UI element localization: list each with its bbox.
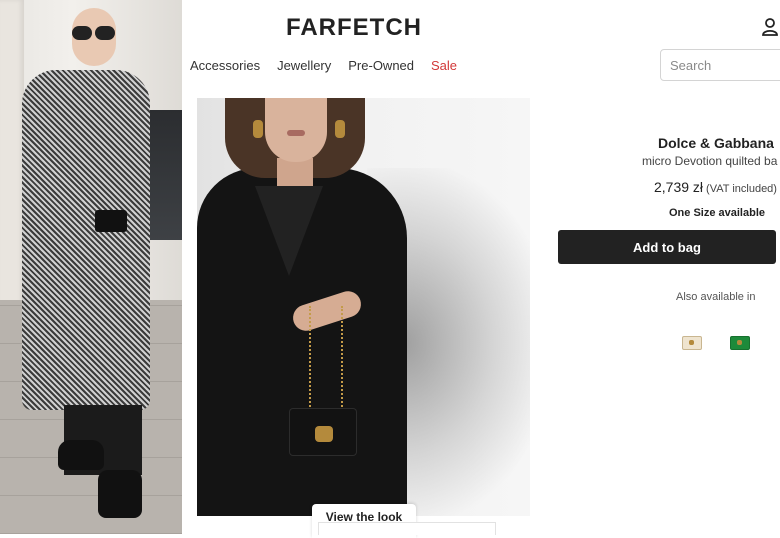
right-boot	[98, 470, 142, 518]
thumbnail-strip	[318, 522, 496, 535]
street-style-photo	[0, 0, 182, 534]
tweed-coat	[22, 70, 150, 410]
sunglasses	[72, 26, 118, 40]
heart-emblem	[315, 426, 333, 442]
model-lips	[287, 130, 305, 136]
search-box	[660, 49, 780, 81]
building-pillar	[0, 0, 24, 330]
earring-right	[335, 120, 345, 138]
product-name: micro Devotion quilted ba	[642, 154, 778, 168]
add-to-bag-button[interactable]: Add to bag	[558, 230, 776, 264]
nav-sale[interactable]: Sale	[431, 58, 457, 73]
product-image[interactable]	[197, 98, 530, 516]
green-bag-swatch[interactable]	[730, 336, 750, 350]
main-navigation: Accessories Jewellery Pre-Owned Sale	[190, 58, 457, 73]
also-available-label: Also available in	[676, 291, 756, 303]
heart-icon	[689, 340, 694, 345]
search-input[interactable]	[661, 50, 780, 80]
nav-jewellery[interactable]: Jewellery	[277, 58, 331, 73]
price-row: 2,739 zł (VAT included)	[654, 179, 777, 197]
vat-note: (VAT included)	[706, 183, 777, 195]
earring-left	[253, 120, 263, 138]
worn-bag	[95, 210, 127, 232]
product-price: 2,739 zł	[654, 179, 704, 195]
blazer-lapel	[255, 186, 323, 276]
nav-pre-owned[interactable]: Pre-Owned	[348, 58, 414, 73]
nav-accessories[interactable]: Accessories	[190, 58, 260, 73]
farfetch-logo[interactable]: FARFETCH	[286, 14, 422, 42]
product-brand[interactable]: Dolce & Gabbana	[658, 135, 774, 151]
user-icon[interactable]	[762, 18, 778, 36]
bag-chain	[309, 306, 343, 410]
cream-bag-swatch[interactable]	[682, 336, 702, 350]
left-boot	[58, 440, 104, 470]
heart-icon	[737, 340, 742, 345]
size-availability: One Size available	[669, 207, 765, 219]
